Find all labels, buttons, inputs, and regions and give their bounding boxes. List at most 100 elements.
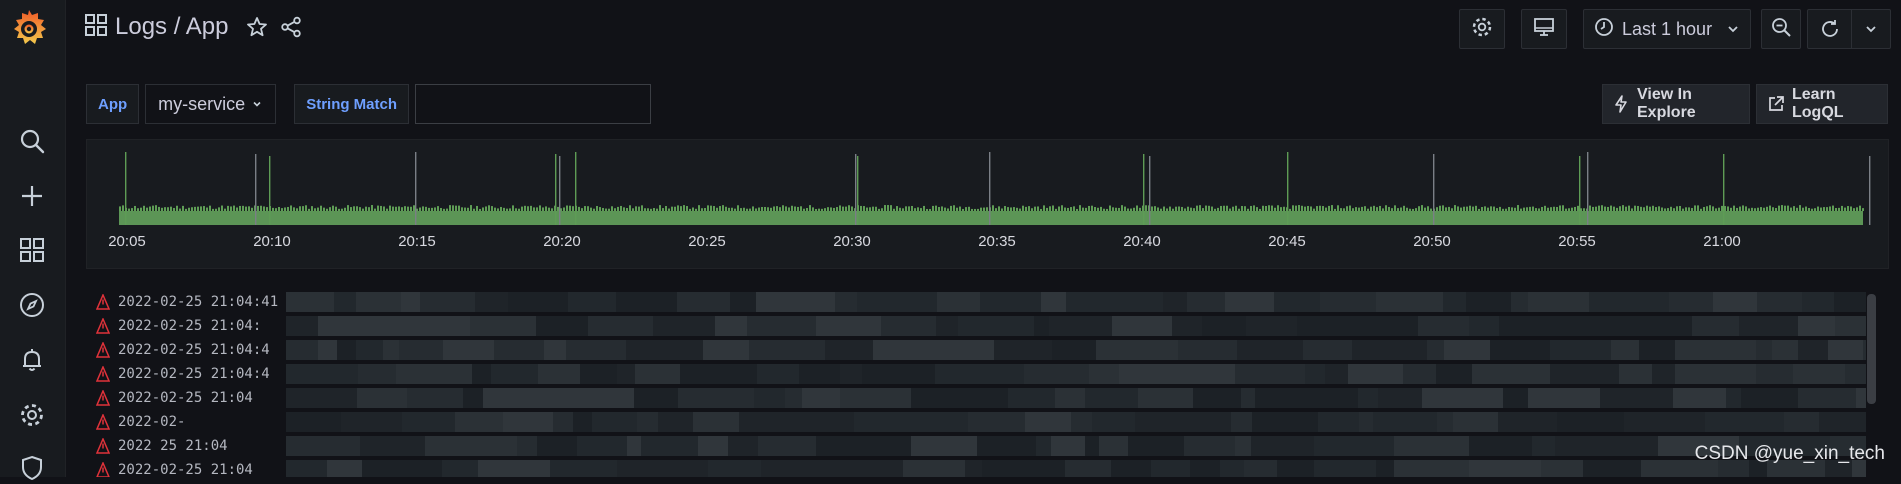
- x-axis-tick-label: 20:15: [398, 233, 436, 250]
- histogram-bar: [590, 207, 592, 211]
- star-icon[interactable]: [242, 12, 272, 42]
- search-icon[interactable]: [15, 124, 49, 158]
- histogram-bar: [1103, 208, 1105, 211]
- histogram-bar: [215, 208, 217, 211]
- log-line-redacted: [402, 412, 416, 432]
- bell-icon[interactable]: [15, 343, 49, 377]
- log-row[interactable]: 2022-02-25 21:04:4: [86, 362, 1876, 386]
- log-row[interactable]: 2022-02-25 21:04:: [86, 314, 1876, 338]
- gear-icon[interactable]: [15, 398, 49, 432]
- zoom-out-button[interactable]: [1761, 9, 1801, 49]
- log-line-redacted: [1568, 316, 1593, 336]
- histogram-bar: [905, 206, 907, 211]
- histogram-bar: [188, 207, 190, 211]
- log-line-redacted: [1503, 388, 1528, 408]
- log-line-redacted: [1255, 388, 1301, 408]
- histogram-bar: [764, 206, 766, 211]
- compass-icon[interactable]: [15, 288, 49, 322]
- log-row[interactable]: 2022-02-25 21:04:4: [86, 338, 1876, 362]
- histogram-bar: [956, 207, 958, 211]
- histogram-bar: [1736, 207, 1738, 211]
- histogram-bar: [1247, 208, 1249, 211]
- log-line-redacted: [1541, 460, 1583, 477]
- histogram-bar: [1295, 205, 1297, 211]
- histogram-bar: [1700, 208, 1702, 211]
- log-line-redacted: [703, 340, 749, 360]
- histogram-bar: [1052, 205, 1054, 211]
- histogram-bar: [1721, 205, 1723, 211]
- log-line-redacted: [1096, 340, 1178, 360]
- time-range-picker[interactable]: Last 1 hour: [1583, 9, 1751, 49]
- log-line-redacted: [728, 436, 758, 456]
- histogram-bar: [1337, 205, 1339, 211]
- histogram-bar: [1205, 205, 1207, 211]
- histogram-bar: [200, 206, 202, 211]
- log-line-redacted: [680, 364, 757, 384]
- histogram-bar: [1388, 206, 1390, 211]
- log-row[interactable]: 2022-02-25 21:04: [86, 458, 1876, 477]
- histogram-bar: [332, 205, 334, 211]
- histogram-bar: [521, 206, 523, 211]
- log-line-redacted: [624, 316, 653, 336]
- log-line-redacted: [286, 292, 334, 312]
- app-variable-select[interactable]: my-service: [145, 84, 277, 124]
- histogram-bar: [1463, 206, 1465, 211]
- log-line-redacted: [1111, 460, 1151, 477]
- refresh-icon[interactable]: [1808, 10, 1853, 48]
- histogram-bar: [698, 205, 700, 211]
- histogram-bar: [1553, 206, 1555, 211]
- string-match-input[interactable]: [415, 84, 652, 124]
- histogram-bar: [1193, 208, 1195, 211]
- log-line-redacted: [1453, 412, 1498, 432]
- histogram-bar: [734, 208, 736, 211]
- histogram-bar: [1469, 205, 1471, 211]
- histogram-bar: [1007, 207, 1009, 211]
- view-in-explore-button[interactable]: View In Explore: [1602, 84, 1750, 124]
- histogram-bar: [1733, 205, 1735, 211]
- histogram-bar: [1070, 207, 1072, 211]
- histogram-bar: [440, 207, 442, 211]
- log-line-redacted: [825, 340, 873, 360]
- log-line-redacted: [1085, 436, 1099, 456]
- histogram-bar: [281, 208, 283, 211]
- log-row[interactable]: 2022-02-25 21:04:41: [86, 290, 1876, 314]
- histogram-bar: [257, 205, 259, 211]
- shield-icon[interactable]: [15, 450, 49, 484]
- page-title[interactable]: Logs / App: [115, 13, 228, 41]
- histogram-bar: [548, 207, 550, 211]
- histogram-bar: [1622, 205, 1624, 211]
- grafana-logo-icon[interactable]: [7, 6, 51, 50]
- log-line-redacted: [1451, 316, 1469, 336]
- histogram-bar: [1487, 207, 1489, 211]
- histogram-bar: [1313, 208, 1315, 211]
- log-line-redacted: [1772, 340, 1798, 360]
- histogram-bar: [1745, 206, 1747, 211]
- dashboard-settings-button[interactable]: [1459, 9, 1505, 49]
- histogram-bar: [707, 205, 709, 211]
- log-row[interactable]: 2022-02-: [86, 410, 1876, 434]
- log-line-redacted: [553, 412, 573, 432]
- histogram-spike: [1287, 152, 1289, 225]
- histogram-bar: [1196, 205, 1198, 211]
- log-row[interactable]: 2022-02-25 21:04: [86, 386, 1876, 410]
- log-line-redacted: [517, 436, 537, 456]
- histogram-bar: [599, 207, 601, 211]
- learn-logql-button[interactable]: Learn LogQL: [1756, 84, 1888, 124]
- log-line-redacted: [1277, 460, 1314, 477]
- histogram-bar: [1028, 206, 1030, 211]
- chevron-down-icon[interactable]: [1852, 10, 1890, 48]
- plus-icon[interactable]: [15, 179, 49, 213]
- cycle-view-mode-button[interactable]: [1521, 9, 1567, 49]
- log-line-redacted: [1203, 412, 1231, 432]
- log-line-redacted: [420, 292, 475, 312]
- dashboards-icon[interactable]: [15, 233, 49, 267]
- histogram-bar: [1343, 208, 1345, 211]
- histogram-bar: [122, 205, 124, 211]
- histogram-bar: [899, 207, 901, 211]
- log-row[interactable]: 2022 25 21:04: [86, 434, 1876, 458]
- histogram-bar: [986, 207, 988, 211]
- histogram-bar: [1112, 207, 1114, 211]
- log-line-redacted: [1819, 412, 1866, 432]
- share-icon[interactable]: [276, 12, 306, 42]
- log-line-redacted: [1119, 364, 1195, 384]
